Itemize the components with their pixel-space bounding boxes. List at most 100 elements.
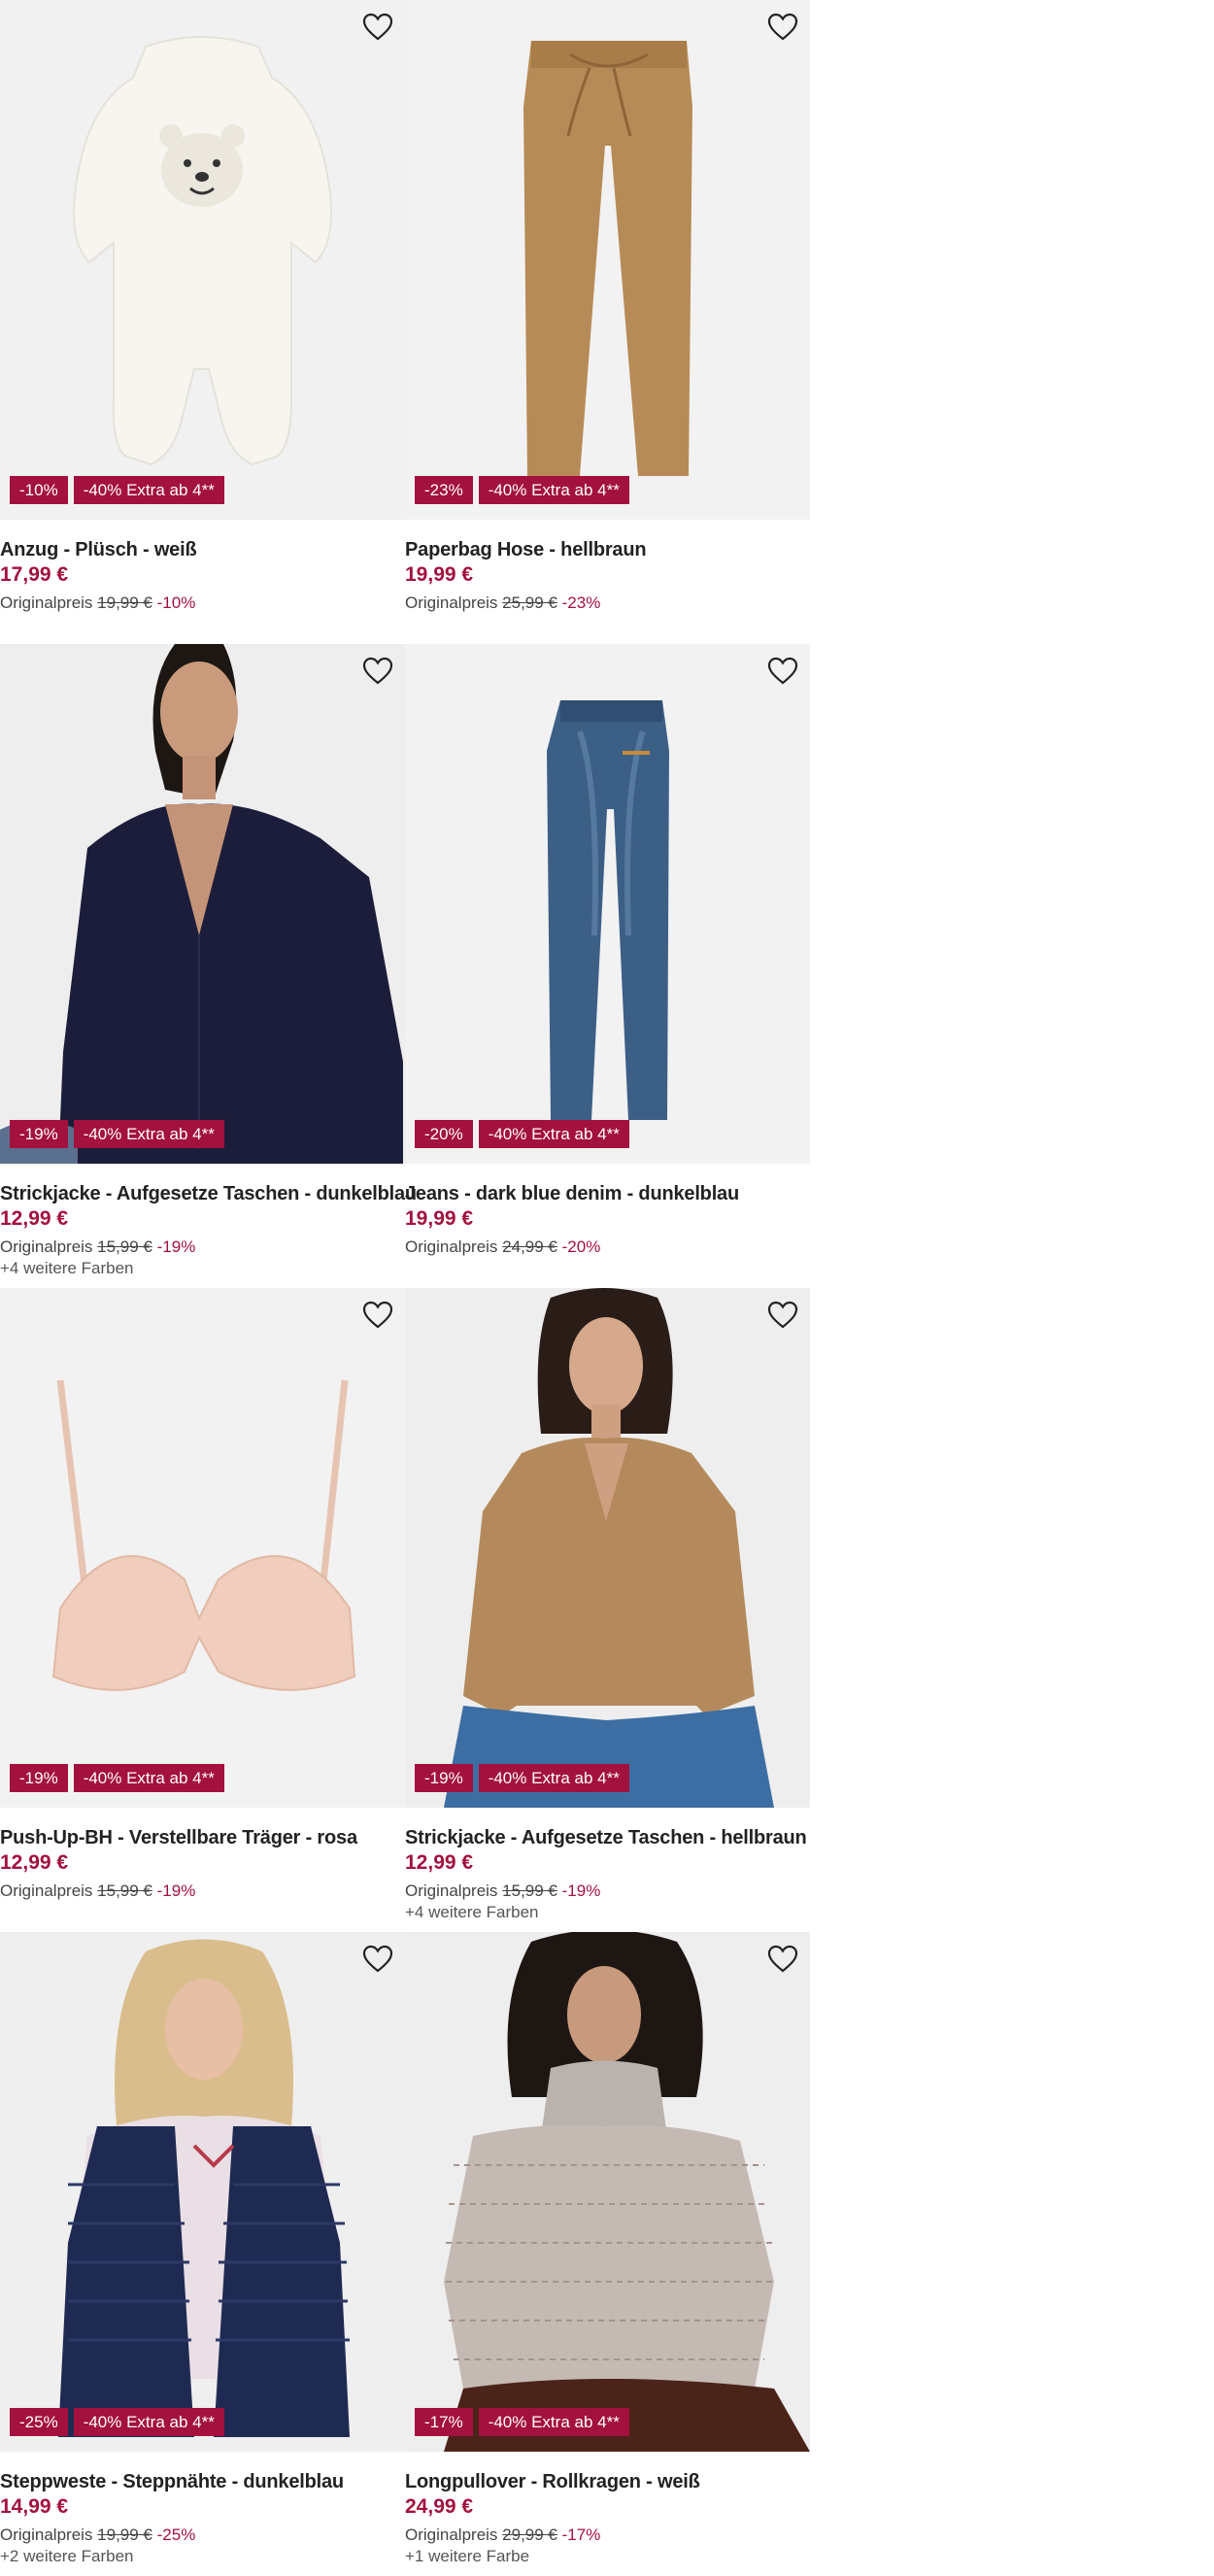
discount-badge: -23% <box>415 476 473 504</box>
original-price: 15,99 € <box>97 1237 152 1256</box>
original-price-row: Originalpreis 19,99 € -10% <box>0 592 405 615</box>
product-image[interactable]: -23% -40% Extra ab 4** <box>405 0 810 520</box>
original-price-row: Originalpreis 24,99 € -20% <box>405 1236 810 1259</box>
discount-badge: -17% <box>415 2408 473 2436</box>
original-price: 24,99 € <box>502 1237 557 1256</box>
heart-outline-icon <box>362 1945 393 1973</box>
discount-percent: -17% <box>561 2525 601 2544</box>
product-image[interactable]: -25% -40% Extra ab 4** <box>0 1932 405 2452</box>
product-info: Push-Up-BH - Verstellbare Träger - rosa … <box>0 1826 405 1903</box>
product-image[interactable]: -19% -40% Extra ab 4** <box>0 1288 405 1808</box>
badge-group: -17% -40% Extra ab 4** <box>415 2408 629 2436</box>
original-price-label: Originalpreis <box>0 1881 93 1900</box>
promo-badge: -40% Extra ab 4** <box>73 2408 224 2436</box>
product-card[interactable]: -23% -40% Extra ab 4** Paperbag Hose - h… <box>405 0 810 644</box>
discount-percent: -19% <box>156 1881 196 1900</box>
product-info: Paperbag Hose - hellbraun 19,99 € Origin… <box>405 538 810 615</box>
product-price: 19,99 € <box>405 1207 474 1230</box>
product-price: 12,99 € <box>0 1207 69 1230</box>
original-price: 19,99 € <box>97 593 152 612</box>
badge-group: -23% -40% Extra ab 4** <box>415 476 629 504</box>
product-title[interactable]: Steppweste - Steppnähte - dunkelblau <box>0 2470 405 2493</box>
heart-outline-icon <box>767 657 798 685</box>
product-title[interactable]: Strickjacke - Aufgesetze Taschen - dunke… <box>0 1182 417 1205</box>
cardigan-navy-image <box>0 644 405 1164</box>
turtleneck-sweater-image <box>405 1932 810 2452</box>
more-colors[interactable]: +4 weitere Farben <box>0 1259 405 1278</box>
original-price-label: Originalpreis <box>405 2525 498 2544</box>
product-card[interactable]: -19% -40% Extra ab 4** Strickjacke - Auf… <box>405 1288 810 1932</box>
discount-percent: -23% <box>561 593 601 612</box>
original-price: 25,99 € <box>502 593 557 612</box>
wishlist-button[interactable] <box>765 10 800 45</box>
original-price: 19,99 € <box>97 2525 152 2544</box>
product-price: 19,99 € <box>405 563 474 586</box>
more-colors[interactable]: +1 weitere Farbe <box>405 2547 810 2566</box>
product-image[interactable]: -19% -40% Extra ab 4** <box>0 644 405 1164</box>
product-price: 12,99 € <box>405 1851 474 1874</box>
badge-group: -19% -40% Extra ab 4** <box>10 1120 224 1148</box>
product-info: Strickjacke - Aufgesetze Taschen - dunke… <box>0 1182 417 1278</box>
quilted-vest-image <box>0 1932 405 2452</box>
product-image[interactable]: -17% -40% Extra ab 4** <box>405 1932 810 2452</box>
original-price-label: Originalpreis <box>405 1237 498 1256</box>
original-price-label: Originalpreis <box>405 593 498 612</box>
product-info: Jeans - dark blue denim - dunkelblau 19,… <box>405 1182 810 1259</box>
plush-suit-image <box>0 0 405 520</box>
badge-group: -19% -40% Extra ab 4** <box>10 1764 224 1792</box>
product-title[interactable]: Strickjacke - Aufgesetze Taschen - hellb… <box>405 1826 810 1849</box>
discount-badge: -19% <box>10 1764 68 1792</box>
wishlist-button[interactable] <box>765 1298 800 1333</box>
product-image[interactable]: -19% -40% Extra ab 4** <box>405 1288 810 1808</box>
original-price-label: Originalpreis <box>0 2525 93 2544</box>
product-title[interactable]: Longpullover - Rollkragen - weiß <box>405 2470 810 2493</box>
discount-percent: -10% <box>156 593 196 612</box>
paperbag-pants-image <box>405 0 810 520</box>
discount-percent: -19% <box>561 1881 601 1900</box>
product-card[interactable]: -19% -40% Extra ab 4** Push-Up-BH - Vers… <box>0 1288 405 1932</box>
original-price: 29,99 € <box>502 2525 557 2544</box>
product-info: Strickjacke - Aufgesetze Taschen - hellb… <box>405 1826 810 1922</box>
product-info: Longpullover - Rollkragen - weiß 24,99 €… <box>405 2470 810 2566</box>
cardigan-brown-image <box>405 1288 810 1808</box>
heart-outline-icon <box>767 13 798 41</box>
original-price-row: Originalpreis 19,99 € -25% <box>0 2524 405 2547</box>
discount-percent: -20% <box>561 1237 601 1256</box>
product-info: Steppweste - Steppnähte - dunkelblau 14,… <box>0 2470 405 2566</box>
discount-percent: -19% <box>156 1237 196 1256</box>
wishlist-button[interactable] <box>765 654 800 689</box>
product-title[interactable]: Push-Up-BH - Verstellbare Träger - rosa <box>0 1826 405 1849</box>
product-title[interactable]: Jeans - dark blue denim - dunkelblau <box>405 1182 810 1205</box>
discount-percent: -25% <box>156 2525 196 2544</box>
product-image[interactable]: -20% -40% Extra ab 4** <box>405 644 810 1164</box>
more-colors[interactable]: +2 weitere Farben <box>0 2547 405 2566</box>
wishlist-button[interactable] <box>360 1298 395 1333</box>
wishlist-button[interactable] <box>360 654 395 689</box>
original-price-row: Originalpreis 15,99 € -19% <box>0 1880 405 1903</box>
product-image[interactable]: -10% -40% Extra ab 4** <box>0 0 405 520</box>
product-card[interactable]: -20% -40% Extra ab 4** Jeans - dark blue… <box>405 644 810 1288</box>
product-card[interactable]: -19% -40% Extra ab 4** Strickjacke - Auf… <box>0 644 417 1288</box>
product-price: 14,99 € <box>0 2495 69 2518</box>
wishlist-button[interactable] <box>360 1942 395 1977</box>
heart-outline-icon <box>362 657 393 685</box>
promo-badge: -40% Extra ab 4** <box>478 1120 629 1148</box>
product-price: 24,99 € <box>405 2495 474 2518</box>
badge-group: -25% -40% Extra ab 4** <box>10 2408 224 2436</box>
wishlist-button[interactable] <box>360 10 395 45</box>
product-title[interactable]: Paperbag Hose - hellbraun <box>405 538 810 561</box>
promo-badge: -40% Extra ab 4** <box>478 1764 629 1792</box>
more-colors[interactable]: +4 weitere Farben <box>405 1903 810 1922</box>
original-price-row: Originalpreis 15,99 € -19% <box>0 1236 405 1259</box>
promo-badge: -40% Extra ab 4** <box>478 2408 629 2436</box>
product-card[interactable]: -25% -40% Extra ab 4** Steppweste - Step… <box>0 1932 405 2576</box>
product-title[interactable]: Anzug - Plüsch - weiß <box>0 538 405 561</box>
promo-badge: -40% Extra ab 4** <box>73 476 224 504</box>
discount-badge: -19% <box>10 1120 68 1148</box>
original-price-label: Originalpreis <box>0 1237 93 1256</box>
product-card[interactable]: -10% -40% Extra ab 4** Anzug - Plüsch - … <box>0 0 405 644</box>
product-price: 17,99 € <box>0 563 69 586</box>
wishlist-button[interactable] <box>765 1942 800 1977</box>
discount-badge: -19% <box>415 1764 473 1792</box>
product-card[interactable]: -17% -40% Extra ab 4** Longpullover - Ro… <box>405 1932 810 2576</box>
